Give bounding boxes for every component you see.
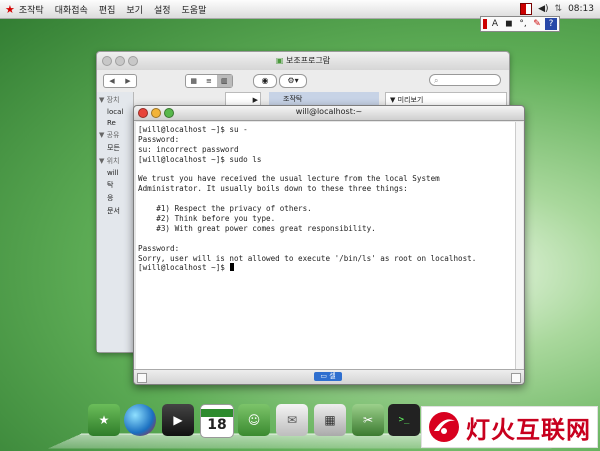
preview-column-header[interactable]: ▼ 미리보기 — [385, 92, 507, 106]
terminal-prompt-line: [will@localhost ~]$ — [138, 263, 515, 273]
contacts-book-icon[interactable]: ☺ — [238, 404, 270, 436]
terminal-window: will@localhost:~ [will@localhost ~]$ su … — [133, 105, 525, 385]
volume-icon[interactable]: ◀) — [538, 4, 548, 14]
search-input[interactable]: ⌕ — [429, 74, 501, 86]
sidebar-section-shared: ▼ 공유 — [99, 131, 120, 139]
fullwidth-icon[interactable]: ◼ — [503, 18, 515, 30]
terminal-line: Password: — [138, 243, 180, 253]
left-corner-icon[interactable] — [137, 373, 147, 383]
terminal-line: [will@localhost ~]$ sudo ls — [138, 154, 262, 164]
keyboard-icon[interactable]: ✎ — [531, 18, 543, 30]
clock[interactable]: 08:13 — [568, 4, 594, 14]
punctuation-icon[interactable]: °, — [517, 18, 529, 30]
mail-icon[interactable]: ✉ — [276, 404, 308, 436]
terminal-line: #2) Think before you type. — [138, 214, 276, 224]
sidebar-item-all[interactable]: 모든 — [107, 143, 133, 153]
terminal-line: Password: — [138, 134, 180, 144]
calendar-icon[interactable]: 18 — [200, 404, 234, 438]
folder-icon: ▣ — [275, 56, 284, 65]
terminal-line: Administrator. It usually boils down to … — [138, 184, 408, 194]
sidebar-item-re[interactable]: Re — [107, 119, 133, 127]
terminal-line: #1) Respect the privacy of others. — [138, 204, 312, 214]
video-player-icon[interactable]: ▶ — [162, 404, 194, 436]
system-tools-icon[interactable]: ✂ — [352, 404, 384, 436]
terminal-scrollbar[interactable] — [515, 122, 523, 369]
menu-item-start[interactable]: 조작탁 — [19, 3, 44, 16]
browser-globe-icon[interactable] — [124, 404, 156, 436]
watermark: 灯火互联网 — [421, 406, 598, 448]
file-browser-toolbar: ◀ ▶ ▦ ≡ ▥ ◉ ⚙▾ ⌕ — [97, 70, 509, 90]
sidebar-section-devices: ▼ 장치 — [99, 96, 120, 104]
sidebar-section-places: ▼ 위치 — [99, 157, 120, 165]
menu-item-help[interactable]: 도움말 — [182, 3, 207, 16]
watermark-text: 灯火互联网 — [466, 415, 591, 444]
menu-item-connect[interactable]: 대화접속 — [55, 3, 88, 16]
book-icon[interactable] — [520, 3, 533, 15]
window-title: 보조프로그람 — [285, 56, 331, 65]
forward-button[interactable]: ▶ — [120, 75, 136, 87]
terminal-line: [will@localhost ~]$ su - — [138, 125, 248, 134]
file-browser-sidebar: ▼ 장치 local Re ▼ 공유 모든 ▼ 위치 will 탁 응 문서 — [97, 92, 134, 352]
terminal-titlebar[interactable]: will@localhost:~ — [134, 106, 524, 121]
watermark-logo — [429, 412, 459, 442]
view-switcher: ▦ ≡ ▥ — [185, 74, 233, 88]
terminal-prompt: [will@localhost ~]$ — [138, 263, 230, 273]
calculator-icon[interactable]: ▦ — [314, 404, 346, 436]
nav-buttons: ◀ ▶ — [103, 74, 137, 88]
sidebar-item-desktop[interactable]: 탁 — [107, 180, 133, 190]
input-mode-label[interactable]: A — [489, 18, 501, 30]
calendar-day: 18 — [207, 417, 227, 433]
terminal-line: #3) With great power comes great respons… — [138, 223, 376, 233]
terminal-app-icon[interactable]: >_ — [388, 404, 420, 436]
terminal-line: We trust you have received the usual lec… — [138, 174, 440, 184]
sidebar-item-local[interactable]: local — [107, 108, 133, 116]
column-view-button[interactable]: ▥ — [216, 75, 232, 87]
bookmarks-app-icon[interactable]: ★ — [88, 404, 120, 436]
terminal-line: Sorry, user will is not allowed to execu… — [138, 253, 477, 263]
menu-item-settings[interactable]: 설정 — [154, 3, 171, 16]
resize-grip-icon[interactable] — [511, 373, 521, 383]
input-method-panel: A ◼ °, ✎ ? — [480, 16, 560, 32]
icon-view-button[interactable]: ▦ — [186, 75, 201, 87]
panel-grip[interactable] — [483, 19, 487, 29]
menu-item-edit[interactable]: 편집 — [99, 3, 116, 16]
terminal-statusbar: ▭ 셀 — [134, 369, 524, 384]
terminal-screen[interactable]: [will@localhost ~]$ su - Password: su: i… — [136, 122, 515, 369]
terminal-tab-button[interactable]: ▭ 셀 — [314, 372, 342, 381]
terminal-line: su: incorrect password — [138, 144, 239, 154]
network-icon[interactable]: ⇅ — [555, 4, 563, 14]
menu-item-view[interactable]: 보기 — [126, 3, 143, 16]
gear-icon[interactable]: ⚙▾ — [279, 74, 307, 88]
eye-icon[interactable]: ◉ — [253, 74, 277, 88]
terminal-title: will@localhost:~ — [295, 107, 363, 116]
help-icon[interactable]: ? — [545, 18, 557, 30]
file-browser-titlebar[interactable]: ▣ 보조프로그람 — [97, 52, 509, 70]
back-button[interactable]: ◀ — [104, 75, 120, 87]
sidebar-item-home[interactable]: will — [107, 169, 133, 177]
sidebar-item-apps[interactable]: 응 — [107, 193, 133, 203]
column-b-item[interactable]: 조작탁 — [269, 92, 379, 106]
list-view-button[interactable]: ≡ — [201, 75, 216, 87]
red-star-icon[interactable]: ★ — [5, 3, 15, 16]
column-a-arrow[interactable]: ▶ — [225, 92, 261, 106]
sidebar-item-documents[interactable]: 문서 — [107, 206, 133, 216]
text-cursor — [230, 263, 235, 272]
